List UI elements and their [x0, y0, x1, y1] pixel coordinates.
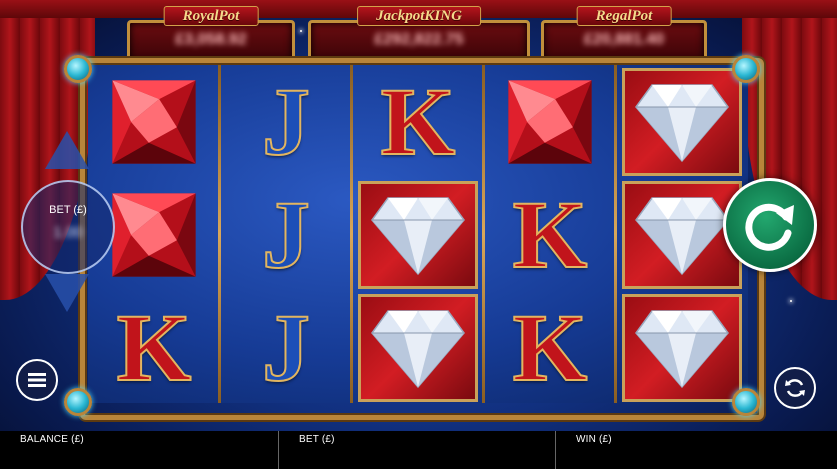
- corner-gem-icon: [732, 55, 760, 83]
- star-sparkle: [300, 30, 302, 32]
- game-stage: £3,058.92 RoyalPot £292,822.75 JackpotKI…: [0, 0, 837, 469]
- balance-label: BALANCE (£): [20, 434, 84, 445]
- corner-gem-icon: [64, 55, 92, 83]
- status-bar: BALANCE (£) BET (£) WIN (£): [0, 431, 837, 469]
- reel-frame: [80, 58, 764, 420]
- menu-button[interactable]: [16, 359, 58, 401]
- star-sparkle: [790, 300, 792, 302]
- corner-gem-icon: [732, 388, 760, 416]
- autoplay-button[interactable]: [774, 367, 816, 409]
- jackpot-royalpot: £3,058.92 RoyalPot: [127, 6, 295, 64]
- jackpot-value: £292,822.75: [374, 31, 464, 48]
- spin-arrow-icon: [745, 203, 794, 251]
- hamburger-menu-icon: [28, 373, 46, 387]
- jackpot-title: JackpotKING: [357, 6, 481, 26]
- balance-section: BALANCE (£): [0, 431, 277, 469]
- win-section: WIN (£): [555, 431, 837, 469]
- jackpot-title: RegalPot: [576, 6, 672, 26]
- bet-dial-amount: 1.00: [53, 224, 83, 241]
- spin-button[interactable]: [723, 178, 817, 272]
- jackpot-jackpotking: £292,822.75 JackpotKING: [308, 6, 530, 64]
- jackpot-title: RoyalPot: [163, 6, 259, 26]
- bet-dial-label: BET (£): [49, 204, 87, 216]
- win-label: WIN (£): [576, 434, 612, 445]
- bet-section: BET (£): [278, 431, 555, 469]
- bet-increase-button[interactable]: [45, 131, 89, 169]
- bet-decrease-button[interactable]: [45, 274, 89, 312]
- jackpot-value: £20,881.40: [583, 31, 665, 48]
- bet-dial[interactable]: BET (£) 1.00: [21, 180, 115, 274]
- bet-label: BET (£): [299, 434, 335, 445]
- autoplay-cycle-icon: [785, 379, 805, 397]
- corner-gem-icon: [64, 388, 92, 416]
- jackpot-value: £3,058.92: [175, 31, 247, 48]
- jackpot-regalpot: £20,881.40 RegalPot: [541, 6, 707, 64]
